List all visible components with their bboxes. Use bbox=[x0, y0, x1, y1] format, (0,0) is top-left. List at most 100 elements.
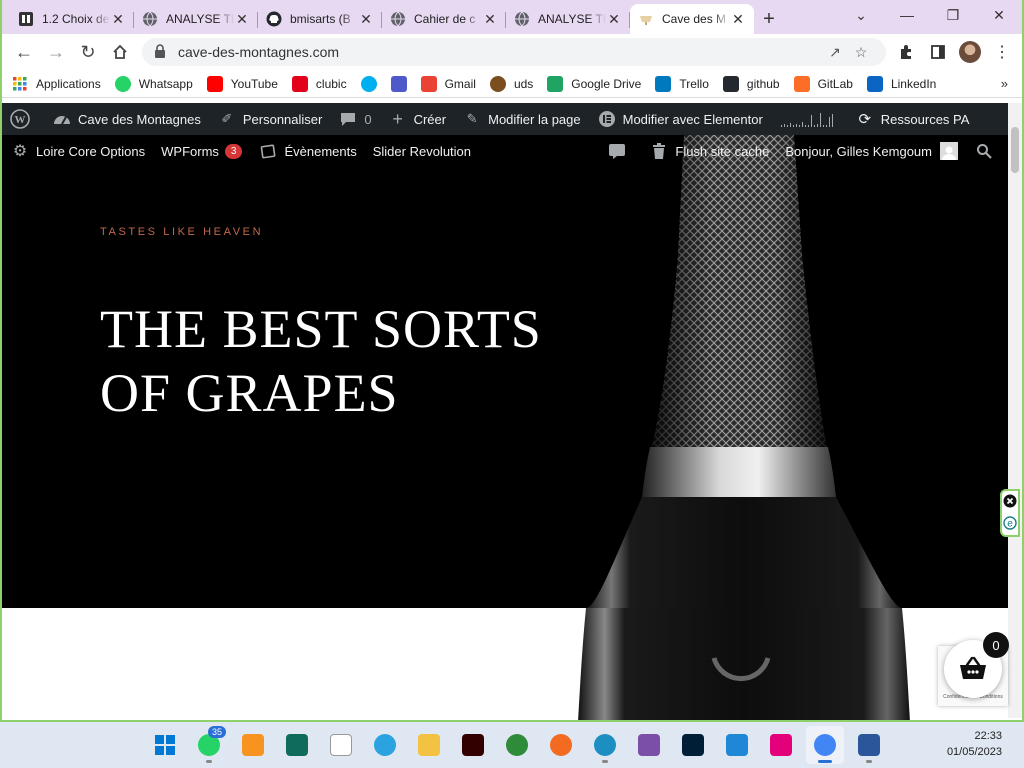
more-bookmarks-button[interactable]: » bbox=[1001, 76, 1008, 91]
loire-core-options-button[interactable]: ⚙ Loire Core Options bbox=[2, 135, 153, 167]
running-indicator bbox=[818, 760, 832, 763]
browser-toolbar: ← → ↻ cave-des-montagnes.com ↗ ☆ ⋮ bbox=[2, 34, 1022, 70]
wpforms-button[interactable]: WPForms 3 bbox=[153, 135, 250, 167]
taskbar-app[interactable] bbox=[454, 726, 492, 764]
search-button[interactable] bbox=[966, 135, 1008, 167]
tab-close-icon[interactable]: ✕ bbox=[358, 11, 374, 28]
bookmark-star-icon[interactable]: ☆ bbox=[848, 44, 874, 61]
bookmark-item[interactable]: Google Drive bbox=[547, 75, 641, 92]
notifications-button[interactable] bbox=[599, 135, 641, 167]
tab-close-icon[interactable]: ✕ bbox=[482, 11, 498, 28]
stats-sparkline[interactable] bbox=[780, 111, 833, 127]
browser-tab[interactable]: ANALYSE TE ✕ bbox=[506, 4, 630, 34]
tab-close-icon[interactable]: ✕ bbox=[606, 11, 622, 28]
site-name-button[interactable]: Cave des Montagnes bbox=[44, 103, 209, 135]
close-icon[interactable]: ✕ bbox=[976, 0, 1022, 30]
lock-icon[interactable] bbox=[154, 43, 168, 61]
word-icon bbox=[858, 734, 880, 756]
edit-page-button[interactable]: ✎ Modifier la page bbox=[454, 103, 589, 135]
back-icon[interactable]: ← bbox=[8, 36, 40, 68]
resources-button[interactable]: ⟳ Ressources PA bbox=[847, 103, 978, 135]
customize-label: Personnaliser bbox=[242, 111, 323, 127]
headline-line-2: OF GRAPES bbox=[100, 363, 399, 423]
hero-kicker: TASTES LIKE HEAVEN bbox=[100, 226, 264, 238]
forward-icon[interactable]: → bbox=[40, 36, 72, 68]
clock-date: 01/05/2023 bbox=[946, 746, 1002, 758]
wordpress-logo-button[interactable]: W bbox=[2, 103, 44, 135]
taskbar-app[interactable] bbox=[322, 726, 360, 764]
browser-tab[interactable]: 1.2 Choix de ✕ bbox=[10, 4, 134, 34]
bookmark-item[interactable]: Applications bbox=[12, 76, 101, 92]
taskbar-app[interactable] bbox=[146, 726, 184, 764]
bookmark-item[interactable] bbox=[390, 75, 415, 92]
scrollbar-thumb[interactable] bbox=[1011, 127, 1019, 173]
browser-tab[interactable]: ANALYSE TE ✕ bbox=[134, 4, 258, 34]
maximize-icon[interactable]: ❐ bbox=[930, 0, 976, 30]
taskbar-app[interactable] bbox=[542, 726, 580, 764]
taskbar-app[interactable] bbox=[762, 726, 800, 764]
tab-close-icon[interactable]: ✕ bbox=[234, 11, 250, 28]
github-icon bbox=[266, 11, 282, 27]
menu-icon[interactable]: ⋮ bbox=[988, 38, 1016, 66]
url-text[interactable]: cave-des-montagnes.com bbox=[178, 44, 822, 60]
bookmark-item[interactable]: GitLab bbox=[793, 75, 853, 92]
page-scrollbar[interactable] bbox=[1008, 103, 1022, 718]
events-button[interactable]: Évènements bbox=[250, 135, 364, 167]
flush-cache-button[interactable]: Flush site cache bbox=[641, 135, 777, 167]
comments-button[interactable]: 0 bbox=[330, 103, 379, 135]
extensions-icon[interactable] bbox=[892, 38, 920, 66]
taskbar-app[interactable] bbox=[586, 726, 624, 764]
address-bar[interactable]: cave-des-montagnes.com ↗ ☆ bbox=[142, 38, 886, 66]
taskbar-app[interactable] bbox=[410, 726, 448, 764]
taskbar-app[interactable] bbox=[850, 726, 888, 764]
side-panel-icon[interactable] bbox=[924, 38, 952, 66]
home-icon[interactable] bbox=[104, 36, 136, 68]
taskbar-app[interactable]: 35 bbox=[190, 726, 228, 764]
bookmark-item[interactable]: Whatsapp bbox=[114, 75, 193, 92]
tab-close-icon[interactable]: ✕ bbox=[730, 11, 746, 28]
reload-icon[interactable]: ↻ bbox=[72, 36, 104, 68]
photoshop-icon bbox=[682, 734, 704, 756]
share-icon[interactable]: ↗ bbox=[822, 44, 848, 61]
browser-tab[interactable]: bmisarts (B ✕ bbox=[258, 4, 382, 34]
cart-count-badge: 0 bbox=[983, 632, 1009, 658]
taskbar-app[interactable] bbox=[366, 726, 404, 764]
bookmark-item[interactable]: YouTube bbox=[206, 75, 278, 92]
taskbar-app[interactable] bbox=[674, 726, 712, 764]
new-tab-button[interactable]: + bbox=[754, 4, 784, 34]
bookmark-label: YouTube bbox=[230, 76, 278, 91]
slider-revolution-button[interactable]: Slider Revolution bbox=[365, 135, 479, 167]
system-clock[interactable]: 22:33 01/05/2023 bbox=[947, 728, 1002, 760]
bookmark-item[interactable] bbox=[360, 75, 385, 92]
edit-page-label: Modifier la page bbox=[488, 111, 581, 127]
browser-tab[interactable]: Cahier de c ✕ bbox=[382, 4, 506, 34]
message-icon bbox=[607, 141, 627, 161]
taskbar-app[interactable] bbox=[806, 726, 844, 764]
taskbar-app[interactable] bbox=[234, 726, 272, 764]
edge-e-icon[interactable]: e bbox=[1003, 515, 1017, 533]
taskbar-app[interactable] bbox=[630, 726, 668, 764]
create-button[interactable]: + Créer bbox=[380, 103, 455, 135]
customize-button[interactable]: ✐ Personnaliser bbox=[209, 103, 331, 135]
running-indicator bbox=[602, 760, 608, 763]
bookmark-item[interactable]: clubic bbox=[291, 75, 347, 92]
browser-tab[interactable]: Cave des M ✕ bbox=[630, 4, 754, 34]
taskbar-app[interactable] bbox=[498, 726, 536, 764]
close-circle-icon[interactable] bbox=[1003, 494, 1017, 511]
bookmark-item[interactable]: LinkedIn bbox=[866, 75, 936, 92]
account-button[interactable]: Bonjour, Gilles Kemgoum bbox=[777, 135, 966, 167]
bookmark-item[interactable]: Trello bbox=[655, 75, 709, 92]
edit-elementor-button[interactable]: Modifier avec Elementor bbox=[589, 103, 771, 135]
tab-close-icon[interactable]: ✕ bbox=[110, 11, 126, 28]
taskbar-app[interactable] bbox=[718, 726, 756, 764]
tab-title: 1.2 Choix de bbox=[42, 12, 110, 26]
bookmark-item[interactable]: uds bbox=[489, 75, 533, 92]
minimize-icon[interactable]: — bbox=[884, 0, 930, 30]
bookmark-item[interactable]: Gmail bbox=[420, 75, 476, 92]
profile-avatar[interactable] bbox=[956, 38, 984, 66]
teams-icon bbox=[390, 75, 407, 92]
bookmark-item[interactable]: github bbox=[722, 75, 780, 92]
taskbar-app[interactable] bbox=[278, 726, 316, 764]
loire-core-label: Loire Core Options bbox=[36, 143, 146, 159]
tab-search-icon[interactable]: ⌄ bbox=[838, 0, 884, 30]
